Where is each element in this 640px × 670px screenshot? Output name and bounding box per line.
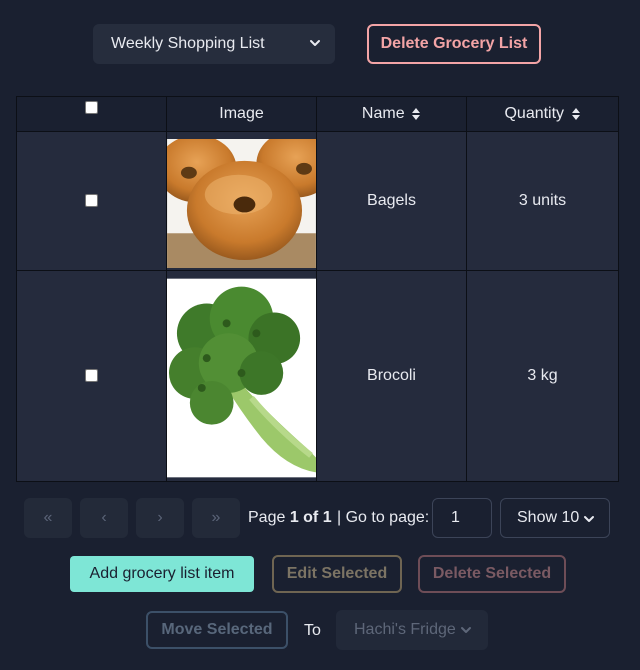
- previous-page-button[interactable]: ‹: [80, 498, 128, 538]
- name-column-header[interactable]: Name: [316, 96, 467, 132]
- table-row: Bagels 3 units: [16, 131, 619, 271]
- to-label: To: [304, 622, 321, 639]
- pagination: « ‹ › » Page 1 of 1 | Go to page: Show 1…: [0, 498, 640, 538]
- bagel-image: [167, 138, 316, 268]
- action-bar: Add grocery list item Edit Selected Dele…: [0, 555, 640, 593]
- image-column-header: Image: [166, 96, 317, 132]
- move-bar: Move Selected To Hachi's Fridge: [0, 610, 640, 650]
- select-all-checkbox[interactable]: [85, 101, 98, 115]
- row-checkbox[interactable]: [85, 194, 98, 208]
- sort-icon[interactable]: [571, 106, 581, 122]
- last-page-button[interactable]: »: [192, 498, 240, 538]
- page-size-select[interactable]: Show 10: [500, 498, 610, 538]
- first-page-button[interactable]: «: [24, 498, 72, 538]
- row-checkbox[interactable]: [85, 369, 98, 383]
- top-bar: Weekly Shopping List Delete Grocery List: [0, 24, 640, 64]
- chevron-down-icon: [584, 516, 594, 522]
- quantity-cell: 3 kg: [466, 270, 619, 482]
- add-grocery-item-button[interactable]: Add grocery list item: [70, 556, 254, 592]
- row-select-cell: [16, 131, 167, 271]
- quantity-column-header[interactable]: Quantity: [466, 96, 619, 132]
- row-select-cell: [16, 270, 167, 482]
- goto-page-label: | Go to page:: [337, 509, 430, 526]
- name-cell: Brocoli: [316, 270, 467, 482]
- image-header-label: Image: [219, 105, 264, 122]
- destination-value: Hachi's Fridge: [354, 621, 456, 638]
- grocery-list-select-value: Weekly Shopping List: [111, 35, 265, 52]
- grocery-list-select[interactable]: Weekly Shopping List: [93, 24, 335, 64]
- edit-selected-button[interactable]: Edit Selected: [272, 555, 402, 593]
- page-of: 1 of 1: [289, 509, 332, 526]
- image-cell: [166, 270, 317, 482]
- select-all-header: [16, 96, 167, 132]
- page-size-value: Show 10: [517, 509, 580, 526]
- quantity-cell: 3 units: [466, 131, 619, 271]
- move-selected-button[interactable]: Move Selected: [146, 611, 288, 649]
- image-cell: [166, 131, 317, 271]
- chevron-down-icon: [461, 627, 471, 633]
- table-row: Brocoli 3 kg: [16, 270, 619, 482]
- grocery-table: Image Name Quantity Bagels 3 units Broco…: [16, 96, 619, 482]
- goto-page-input[interactable]: [432, 498, 492, 538]
- delete-selected-button[interactable]: Delete Selected: [418, 555, 566, 593]
- chevron-down-icon: [310, 40, 320, 46]
- name-cell: Bagels: [316, 131, 467, 271]
- destination-select[interactable]: Hachi's Fridge: [336, 610, 488, 650]
- next-page-button[interactable]: ›: [136, 498, 184, 538]
- quantity-header-label: Quantity: [504, 105, 565, 122]
- broccoli-image: [167, 278, 316, 478]
- sort-icon[interactable]: [411, 106, 421, 122]
- page-prefix: Page: [248, 509, 290, 526]
- name-header-label: Name: [361, 105, 405, 122]
- delete-grocery-list-button[interactable]: Delete Grocery List: [367, 24, 541, 64]
- page-indicator: Page 1 of 1: [248, 509, 332, 527]
- table-header-row: Image Name Quantity: [16, 96, 619, 132]
